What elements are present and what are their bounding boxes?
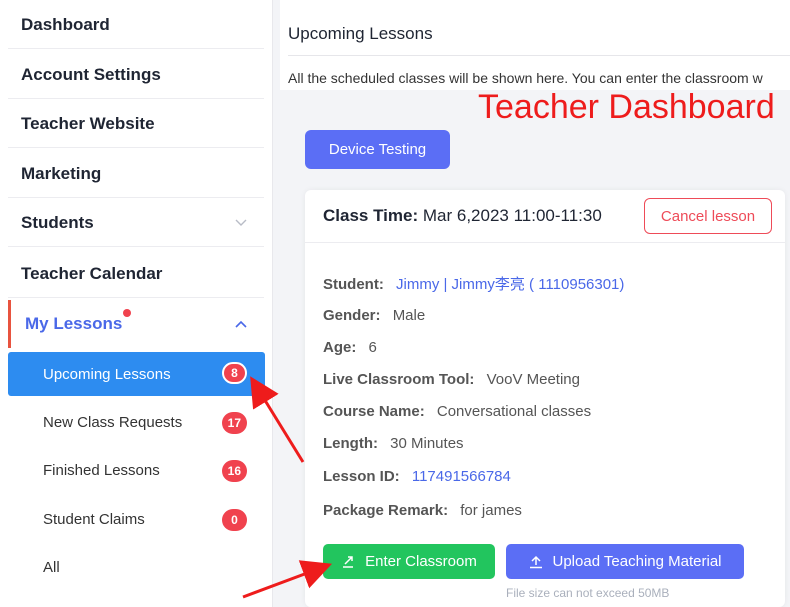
info-label: Student:: [323, 276, 384, 293]
sidebar-item-account-settings[interactable]: Account Settings: [8, 51, 264, 99]
info-value: 6: [368, 339, 377, 356]
upload-label: Upload Teaching Material: [552, 553, 722, 570]
sidebar-item-label: My Lessons: [25, 314, 123, 333]
info-value: Conversational classes: [436, 403, 592, 420]
cancel-lesson-button[interactable]: Cancel lesson: [644, 198, 772, 234]
sub-item-new-class-requests[interactable]: New Class Requests 17: [8, 400, 265, 444]
annotation-title: Teacher Dashboard: [478, 88, 775, 126]
card-header: Class Time: Mar 6,2023 11:00-11:30 Cance…: [305, 190, 785, 243]
info-label: Package Remark:: [323, 502, 449, 519]
divider: [288, 55, 790, 56]
chevron-up-icon: [235, 320, 247, 328]
sidebar-item-label: Dashboard: [21, 14, 110, 34]
page-title: Upcoming Lessons: [288, 24, 433, 43]
info-tool: Live Classroom Tool: VooV Meeting: [323, 371, 580, 388]
sub-item-finished-lessons[interactable]: Finished Lessons 16: [8, 448, 265, 492]
sidebar-item-marketing[interactable]: Marketing: [8, 150, 264, 198]
count-badge: 8: [222, 362, 247, 384]
sub-item-student-claims[interactable]: Student Claims 0: [8, 497, 265, 541]
info-course: Course Name: Conversational classes: [323, 403, 591, 420]
enter-classroom-button[interactable]: Enter Classroom: [323, 544, 495, 579]
lesson-id-link[interactable]: 117491566784: [412, 468, 511, 485]
info-label: Age:: [323, 339, 357, 356]
sidebar-item-dashboard[interactable]: Dashboard: [8, 1, 264, 49]
info-label: Live Classroom Tool:: [323, 371, 475, 388]
sidebar-item-label: Marketing: [21, 163, 102, 183]
sub-item-upcoming-lessons[interactable]: Upcoming Lessons 8: [8, 352, 265, 396]
sidebar-item-label: Teacher Calendar: [21, 263, 163, 283]
sidebar-item-students[interactable]: Students: [8, 199, 264, 247]
upload-teaching-material-button[interactable]: Upload Teaching Material: [506, 544, 744, 579]
page-description: All the scheduled classes will be shown …: [288, 70, 763, 86]
sidebar-item-my-lessons[interactable]: My Lessons: [8, 300, 264, 348]
enter-icon: [343, 555, 354, 568]
sidebar-item-label: Account Settings: [21, 64, 161, 84]
info-label: Course Name:: [323, 403, 425, 420]
info-student: Student: Jimmy | Jimmy李亮 ( 1110956301): [323, 273, 624, 294]
info-label: Length:: [323, 435, 378, 452]
count-badge: 17: [221, 412, 247, 434]
sub-item-label: Upcoming Lessons: [43, 365, 171, 383]
enter-classroom-label: Enter Classroom: [365, 553, 477, 570]
sidebar-item-teacher-website[interactable]: Teacher Website: [8, 100, 264, 148]
sidebar-item-label: Students: [21, 212, 94, 232]
info-label: Lesson ID:: [323, 468, 400, 485]
class-time-value: Mar 6,2023 11:00-11:30: [422, 206, 602, 225]
chevron-down-icon: [235, 219, 247, 226]
sidebar-item-teacher-calendar[interactable]: Teacher Calendar: [8, 250, 264, 298]
info-value: for james: [460, 502, 522, 519]
sidebar: Dashboard Account Settings Teacher Websi…: [0, 0, 273, 607]
sub-item-all[interactable]: All: [8, 545, 265, 589]
student-link[interactable]: Jimmy | Jimmy李亮 ( 1110956301): [396, 276, 624, 293]
info-age: Age: 6: [323, 339, 377, 356]
sub-item-label: Student Claims: [43, 510, 145, 528]
lesson-card: Class Time: Mar 6,2023 11:00-11:30 Cance…: [305, 190, 785, 607]
sub-item-label: All: [43, 558, 60, 576]
info-value: Male: [392, 307, 426, 324]
notification-dot: [123, 309, 131, 317]
info-label: Gender:: [323, 307, 381, 324]
info-gender: Gender: Male: [323, 307, 425, 324]
upload-icon: [529, 555, 542, 568]
info-remark: Package Remark: for james: [323, 502, 522, 519]
info-value: 30 Minutes: [390, 435, 464, 452]
class-time-label: Class Time:: [323, 206, 419, 225]
sub-item-label: New Class Requests: [43, 413, 183, 431]
file-size-note: File size can not exceed 50MB: [506, 586, 670, 600]
page-header: Upcoming Lessons All the scheduled class…: [280, 0, 790, 90]
sidebar-item-label: Teacher Website: [21, 113, 155, 133]
info-length: Length: 30 Minutes: [323, 435, 464, 452]
count-badge: 0: [222, 509, 247, 531]
info-value: VooV Meeting: [486, 371, 580, 388]
info-lesson-id: Lesson ID: 117491566784: [323, 468, 511, 485]
device-testing-button[interactable]: Device Testing: [305, 130, 450, 169]
count-badge: 16: [221, 460, 247, 482]
sub-item-label: Finished Lessons: [43, 461, 160, 479]
class-time: Class Time: Mar 6,2023 11:00-11:30: [323, 206, 602, 226]
